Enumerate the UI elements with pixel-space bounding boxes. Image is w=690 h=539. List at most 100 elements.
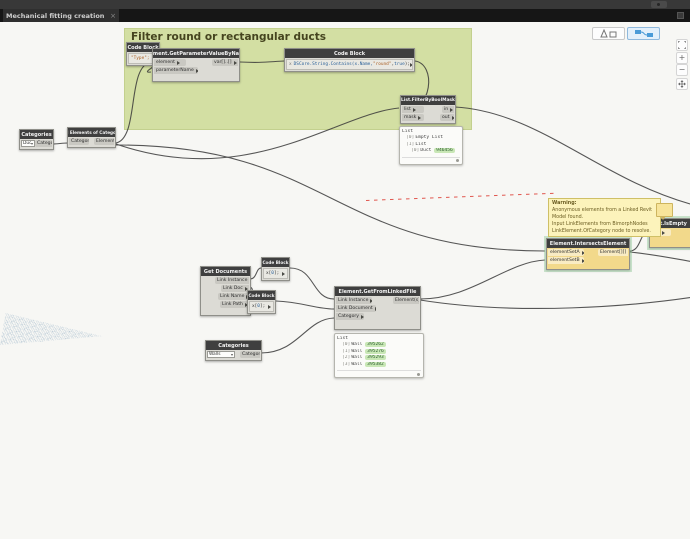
node-all-elements-of-category[interactable]: All Elements of Category Category Elemen…: [67, 127, 116, 148]
input-port-elementseta[interactable]: elementSetA: [548, 249, 584, 256]
node-header[interactable]: Element.GetParameterValueByName: [153, 49, 239, 58]
node-categories-ducts[interactable]: Categories Ducts▾ Category: [19, 129, 54, 150]
port-label: out: [442, 115, 450, 120]
input-port-link-document[interactable]: Link Document: [336, 305, 376, 312]
warning-line: LinkElement.OfCategory node to resolve.: [552, 229, 657, 236]
categories-dropdown[interactable]: Walls ▾: [207, 351, 235, 358]
output-port[interactable]: [268, 305, 271, 309]
port-arrow: [582, 259, 584, 263]
output-port-link-name[interactable]: Link Name: [218, 293, 249, 300]
preview-value: List: [415, 142, 426, 147]
wire[interactable]: [455, 107, 690, 205]
categories-dropdown[interactable]: Ducts▾: [21, 140, 35, 147]
node-code-block-contains[interactable]: Code Block x DSCore.String.Contains(x.Na…: [284, 48, 415, 72]
input-port-parametername[interactable]: parameterName: [154, 67, 198, 74]
port-arrow: [582, 251, 584, 255]
pan-button[interactable]: [676, 78, 688, 90]
wire[interactable]: [116, 108, 399, 159]
node-header[interactable]: Element.GetFromLinkedFile: [335, 287, 420, 296]
wire[interactable]: [276, 301, 334, 309]
zoom-in-button[interactable]: +: [676, 52, 688, 64]
output-port-category[interactable]: Category: [240, 351, 260, 358]
warning-tooltip: Warning: Anonymous elements from a Linke…: [548, 198, 661, 237]
node-categories-walls[interactable]: Categories Walls ▾ Category: [205, 340, 262, 361]
output-port-var[interactable]: var[]..[]: [212, 59, 238, 66]
input-port-category[interactable]: Category: [336, 313, 364, 320]
preview-footer: [337, 370, 421, 377]
input-port-mask[interactable]: mask: [402, 114, 424, 121]
node-header[interactable]: Element.IntersectsElement: [547, 239, 629, 248]
code-keyword: true: [394, 62, 405, 67]
pin-icon[interactable]: [456, 159, 459, 162]
code-block-code[interactable]: x[0];: [249, 301, 274, 312]
output-port[interactable]: [282, 272, 285, 276]
output-port-elements[interactable]: Elements: [94, 138, 114, 145]
wire[interactable]: [290, 268, 334, 299]
close-icon[interactable]: ×: [110, 12, 116, 20]
graph-view-button[interactable]: [627, 27, 660, 40]
pan-icon: [678, 80, 686, 88]
input-port-elementsetb[interactable]: elementSetB: [548, 257, 584, 264]
node-header[interactable]: Get Documents: [201, 267, 250, 276]
workspace-tab[interactable]: Mechanical fitting creation by wall inte…: [3, 9, 119, 22]
code-block-code[interactable]: x DSCore.String.Contains(x.Name, "round"…: [286, 59, 413, 70]
node-filter-by-bool-mask[interactable]: List.FilterByBoolMask list in mask out: [400, 95, 456, 124]
title-bar: [0, 0, 690, 9]
node-header[interactable]: List.FilterByBoolMask: [401, 96, 455, 105]
port-arrow: [234, 61, 237, 65]
input-port-x[interactable]: x: [289, 62, 292, 67]
input-port-category[interactable]: Category: [69, 138, 89, 145]
port-label: mask: [404, 115, 416, 120]
preview-key: [1]: [406, 142, 414, 147]
graph-view-icon: [634, 29, 654, 38]
output-port-in[interactable]: in: [442, 106, 454, 113]
output-port-category[interactable]: Category: [35, 140, 52, 147]
tab-bar-icon[interactable]: [677, 12, 684, 19]
dropdown-value: Walls: [209, 352, 220, 357]
wire[interactable]: [52, 143, 68, 144]
wire[interactable]: [420, 260, 545, 299]
node-header[interactable]: Categories: [20, 130, 53, 139]
output-port-link-path[interactable]: Link Path: [220, 301, 249, 308]
wire[interactable]: [630, 252, 690, 262]
wire[interactable]: [250, 268, 261, 279]
port-label: Element[][]: [600, 250, 626, 255]
node-header[interactable]: All Elements of Category: [68, 128, 115, 137]
zoom-fit-button[interactable]: [676, 39, 688, 51]
port-label: Category: [71, 139, 89, 144]
output-port-link-instance[interactable]: Link Instance: [215, 277, 249, 284]
wire[interactable]: [116, 62, 152, 143]
node-header[interactable]: Code Block: [248, 291, 275, 300]
output-port-link-doc[interactable]: Link Doc: [221, 285, 249, 292]
warning-bubble-icon[interactable]: [656, 203, 673, 217]
code-block-code[interactable]: x[0];: [263, 268, 288, 279]
wire[interactable]: [240, 61, 284, 62]
node-header[interactable]: Code Block: [262, 258, 289, 267]
port-label: elementSetA: [550, 250, 580, 255]
camera-export-icon[interactable]: [651, 1, 667, 8]
output-port-element-list[interactable]: Element[][]: [598, 249, 628, 256]
node-get-documents[interactable]: Get Documents Link Instance Link Doc Lin…: [200, 266, 251, 316]
zoom-out-button[interactable]: −: [676, 64, 688, 76]
warning-title: Warning:: [552, 201, 657, 208]
node-header[interactable]: Code Block: [285, 49, 414, 58]
node-get-parameter-value[interactable]: Element.GetParameterValueByName element …: [152, 48, 240, 82]
wire[interactable]: [116, 145, 545, 251]
geometry-view-button[interactable]: [592, 27, 625, 40]
input-port-link-instance[interactable]: Link Instance: [336, 297, 372, 304]
port-label: Link Instance: [338, 298, 368, 303]
output-port-elements[interactable]: Element(s): [393, 297, 419, 304]
node-code-block-index-a[interactable]: Code Block x[0];: [261, 257, 290, 281]
preview-key: [0]: [406, 135, 414, 140]
node-code-block-index-b[interactable]: Code Block x[0];: [247, 290, 276, 314]
wire[interactable]: [420, 297, 690, 308]
node-intersects-element[interactable]: Element.IntersectsElement elementSetA El…: [546, 238, 630, 270]
pin-icon[interactable]: [417, 373, 420, 376]
node-header[interactable]: Categories: [206, 341, 261, 350]
input-port-element[interactable]: element: [154, 59, 186, 66]
node-get-from-linked-file[interactable]: Element.GetFromLinkedFile Link Instance …: [334, 286, 421, 330]
output-port[interactable]: [410, 63, 413, 67]
wire[interactable]: [261, 318, 334, 353]
output-port-out[interactable]: out: [440, 114, 454, 121]
input-port-list[interactable]: list: [402, 106, 424, 113]
